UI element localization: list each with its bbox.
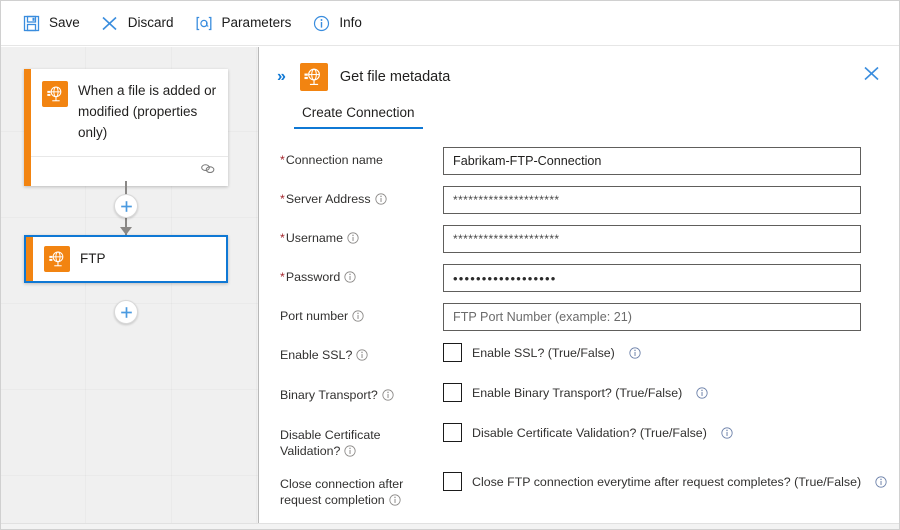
info-icon[interactable]	[875, 476, 887, 488]
info-icon[interactable]	[344, 271, 356, 283]
label-connection-name: *Connection name	[280, 147, 443, 168]
binary-transport-checkbox-group: Enable Binary Transport? (True/False)	[443, 382, 861, 402]
binary-transport-checkbox[interactable]	[443, 383, 462, 402]
node-accent-bar	[24, 69, 31, 186]
trigger-node[interactable]: When a file is added or modified (proper…	[24, 69, 228, 186]
label-server-address: *Server Address	[280, 186, 443, 207]
create-connection-form: *Connection name Fabrikam-FTP-Connection…	[260, 129, 899, 530]
info-icon[interactable]	[344, 445, 356, 457]
required-marker: *	[280, 231, 285, 245]
panel-title: Get file metadata	[340, 69, 450, 85]
info-icon[interactable]	[629, 347, 641, 359]
node-accent-bar	[26, 237, 33, 281]
logic-app-designer-window: Save Discard Parameters	[0, 0, 900, 530]
connection-name-input[interactable]: Fabrikam-FTP-Connection	[443, 147, 861, 175]
disable-cert-validation-checkbox-label: Disable Certificate Validation? (True/Fa…	[472, 426, 707, 440]
ftp-node-body: FTP	[26, 237, 226, 281]
info-icon[interactable]	[352, 310, 364, 322]
trigger-node-title: When a file is added or modified (proper…	[78, 81, 218, 144]
info-icon[interactable]	[696, 387, 708, 399]
close-icon[interactable]	[857, 59, 885, 87]
ftp-action-node[interactable]: FTP	[24, 235, 228, 283]
panel-header: » Get file metadata	[260, 47, 899, 93]
form-row-password: *Password ••••••••••••••••••	[280, 264, 861, 292]
discard-label: Discard	[128, 16, 174, 30]
ftp-connector-icon	[42, 81, 68, 107]
info-icon[interactable]	[721, 427, 733, 439]
form-row-enable-ssl: Enable SSL? Enable SSL? (True/False)	[280, 342, 861, 370]
close-connection-checkbox-label: Close FTP connection everytime after req…	[472, 475, 861, 489]
window-footer-strip	[1, 523, 899, 529]
info-icon[interactable]	[375, 193, 387, 205]
required-marker: *	[280, 192, 285, 206]
form-row-disable-cert-validation: Disable Certificate Validation? Disable …	[280, 422, 861, 459]
trigger-node-body: When a file is added or modified (proper…	[24, 69, 228, 156]
server-address-input[interactable]: *********************	[443, 186, 861, 214]
toolbar: Save Discard Parameters	[1, 1, 899, 46]
label-disable-cert-validation: Disable Certificate Validation?	[280, 422, 443, 459]
save-label: Save	[49, 16, 80, 30]
enable-ssl-checkbox[interactable]	[443, 343, 462, 362]
link-copy-icon[interactable]	[200, 162, 216, 180]
required-marker: *	[280, 270, 285, 284]
parameters-button[interactable]: Parameters	[188, 7, 304, 39]
discard-button[interactable]: Discard	[94, 7, 186, 39]
info-icon[interactable]	[389, 494, 401, 506]
ftp-connector-icon	[44, 246, 70, 272]
info-icon[interactable]	[347, 232, 359, 244]
username-input[interactable]: *********************	[443, 225, 861, 253]
add-step-button-below[interactable]	[114, 300, 138, 324]
add-step-button-between[interactable]	[114, 194, 138, 218]
info-button[interactable]: Info	[305, 7, 374, 39]
label-binary-transport: Binary Transport?	[280, 382, 443, 403]
label-port-number: Port number	[280, 303, 443, 324]
parameters-icon	[194, 13, 214, 33]
password-input[interactable]: ••••••••••••••••••	[443, 264, 861, 292]
form-row-server-address: *Server Address *********************	[280, 186, 861, 214]
disable-cert-validation-checkbox-group: Disable Certificate Validation? (True/Fa…	[443, 422, 861, 442]
info-icon[interactable]	[382, 389, 394, 401]
close-connection-checkbox-group: Close FTP connection everytime after req…	[443, 471, 887, 491]
save-icon	[21, 13, 41, 33]
form-row-connection-name: *Connection name Fabrikam-FTP-Connection	[280, 147, 861, 175]
enable-ssl-checkbox-group: Enable SSL? (True/False)	[443, 342, 861, 362]
disable-cert-validation-checkbox[interactable]	[443, 423, 462, 442]
info-label: Info	[339, 16, 362, 30]
discard-icon	[100, 13, 120, 33]
required-marker: *	[280, 153, 285, 167]
form-row-close-connection: Close connection after request completio…	[280, 471, 861, 508]
form-row-binary-transport: Binary Transport? Enable Binary Transpor…	[280, 382, 861, 410]
tab-create-connection[interactable]: Create Connection	[294, 101, 423, 129]
panel-tabs: Create Connection	[260, 101, 899, 129]
label-username: *Username	[280, 225, 443, 246]
close-connection-checkbox[interactable]	[443, 472, 462, 491]
save-button[interactable]: Save	[15, 7, 92, 39]
label-enable-ssl: Enable SSL?	[280, 342, 443, 363]
label-close-connection: Close connection after request completio…	[280, 471, 443, 508]
binary-transport-checkbox-label: Enable Binary Transport? (True/False)	[472, 386, 682, 400]
form-row-port-number: Port number FTP Port Number (example: 21…	[280, 303, 861, 331]
flow-connector-arrow	[120, 227, 132, 235]
parameters-label: Parameters	[222, 16, 292, 30]
port-number-input[interactable]: FTP Port Number (example: 21)	[443, 303, 861, 331]
chevron-double-right-icon[interactable]: »	[274, 67, 288, 87]
ftp-connector-icon	[300, 63, 328, 91]
ftp-node-title: FTP	[80, 249, 106, 270]
form-row-username: *Username *********************	[280, 225, 861, 253]
info-icon[interactable]	[356, 349, 368, 361]
label-password: *Password	[280, 264, 443, 285]
info-icon	[311, 13, 331, 33]
connection-panel: » Get file metadata	[260, 47, 899, 530]
workflow-canvas[interactable]: When a file is added or modified (proper…	[1, 47, 259, 530]
enable-ssl-checkbox-label: Enable SSL? (True/False)	[472, 346, 615, 360]
